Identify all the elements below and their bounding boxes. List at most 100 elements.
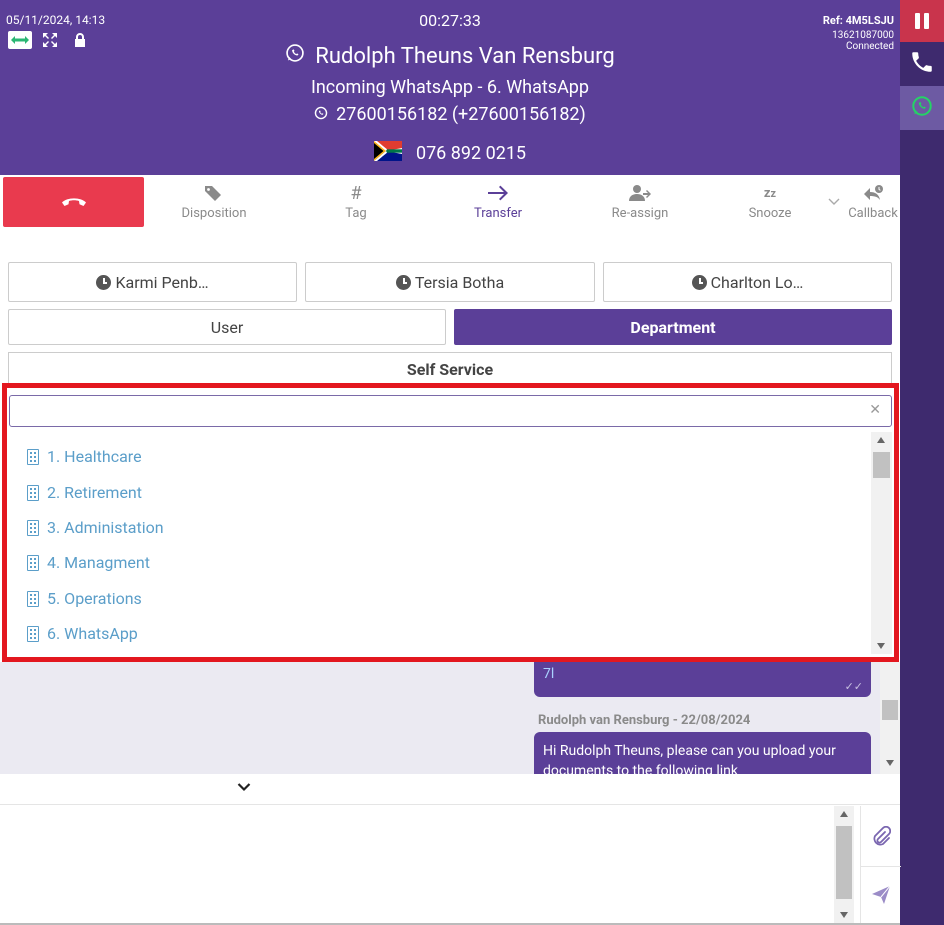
scroll-down-arrow-icon[interactable] [840, 912, 848, 918]
department-option[interactable]: 4. Managment [27, 553, 150, 572]
department-search-input[interactable]: ✕ [9, 395, 892, 427]
building-icon [27, 448, 39, 465]
composer-collapse-bar [0, 774, 900, 805]
hash-icon: # [350, 182, 362, 204]
callback-label: Callback [848, 206, 898, 221]
whatsapp-number-row: 27600156182 (+27600156182) [0, 104, 900, 125]
hang-up-button[interactable] [3, 177, 144, 227]
callback-button[interactable]: Callback [823, 180, 923, 221]
recent-agent-1-button[interactable]: Karmi Penb… [8, 262, 297, 302]
clock-icon [96, 274, 112, 290]
whatsapp-number: 27600156182 (+27600156182) [336, 104, 586, 125]
call-header: 05/11/2024, 14:13 00:27:33 Ref: 4M5LSJU … [0, 0, 900, 175]
recent-agent-2-button[interactable]: Tersia Botha [305, 262, 595, 302]
recent-agent-name: Karmi Penb… [115, 272, 209, 292]
read-receipt-icon: ✓✓ [844, 680, 863, 693]
phone-call-button[interactable] [900, 42, 944, 86]
chat-scrollbar[interactable] [880, 662, 900, 774]
department-list: 1. Healthcare 2. Retirement 3. Administa… [9, 432, 871, 654]
scroll-up-arrow-icon[interactable] [840, 811, 848, 817]
reassign-label: Re-assign [611, 206, 669, 221]
department-label: 5. Operations [47, 589, 142, 608]
user-share-icon [590, 180, 690, 206]
department-option[interactable]: 2. Retirement [27, 483, 142, 502]
tag-button[interactable]: # Tag [306, 180, 406, 222]
pause-icon-bar-right [924, 13, 929, 29]
department-label: 1. Healthcare [47, 447, 142, 466]
account-id: 13621087000 [832, 30, 894, 41]
send-icon[interactable] [871, 885, 891, 909]
south-africa-flag-icon [373, 141, 402, 166]
clock-icon [691, 274, 707, 290]
snooze-icon: zz [763, 185, 777, 201]
transfer-label: Transfer [473, 206, 523, 221]
whatsapp-green-icon [911, 95, 933, 121]
department-scroll-thumb[interactable] [873, 452, 890, 478]
recent-agent-3-button[interactable]: Charlton Lo… [603, 262, 892, 302]
building-icon [27, 554, 39, 571]
department-label: 6. WhatsApp [47, 624, 138, 643]
chat-history: 7l ✓✓ Rudolph van Rensburg - 22/08/2024 … [0, 662, 900, 774]
incoming-channel-label: Incoming WhatsApp - 6. WhatsApp [310, 77, 590, 98]
pause-button[interactable] [900, 0, 944, 42]
right-sidebar [900, 0, 944, 925]
local-number: 076 892 0215 [415, 143, 527, 164]
pause-icon-bar-left [915, 13, 920, 29]
department-search-field[interactable] [10, 396, 850, 426]
clock-icon [395, 274, 411, 290]
disposition-label: Disposition [181, 206, 247, 221]
message-sender: Rudolph van Rensburg - 22/08/2024 [538, 713, 751, 728]
composer-scroll-thumb[interactable] [836, 826, 852, 899]
tags-icon [164, 180, 264, 206]
call-timer: 00:27:33 [419, 11, 481, 30]
department-option[interactable]: 3. Administation [27, 518, 164, 537]
building-icon [27, 625, 39, 642]
arrow-right-icon [448, 180, 548, 206]
building-icon [27, 484, 39, 501]
transfer-button[interactable]: Transfer [448, 180, 548, 221]
paperclip-icon[interactable] [871, 825, 892, 852]
snooze-button[interactable]: zz Snooze [720, 180, 820, 222]
scroll-down-arrow-icon[interactable] [886, 760, 894, 766]
message-composer[interactable] [0, 806, 860, 925]
recent-agent-name: Charlton Lo… [710, 272, 804, 292]
call-reference: Ref: 4M5LSJU [822, 14, 894, 27]
department-label: 4. Managment [47, 553, 150, 572]
callback-icon [823, 180, 923, 206]
department-list-scrollbar[interactable] [871, 432, 892, 654]
building-icon [27, 519, 39, 536]
disposition-button[interactable]: Disposition [164, 180, 264, 221]
whatsapp-icon [285, 43, 305, 69]
chat-scroll-thumb[interactable] [882, 700, 898, 720]
scroll-down-arrow-icon[interactable] [877, 643, 885, 649]
message-bubble: Hi Rudolph Theuns, please can you upload… [534, 732, 871, 774]
department-option[interactable]: 1. Healthcare [27, 447, 142, 466]
phone-icon [909, 49, 935, 79]
hang-up-icon [61, 193, 87, 212]
composer-scrollbar[interactable] [834, 806, 854, 923]
snooze-label: Snooze [748, 206, 792, 221]
tools-divider [861, 866, 901, 867]
contact-name-row: Rudolph Theuns Van Rensburg [0, 43, 900, 69]
tab-user[interactable]: User [8, 309, 446, 345]
message-link[interactable]: 7l [543, 666, 554, 682]
clear-icon[interactable]: ✕ [869, 402, 881, 418]
tab-self-service[interactable]: Self Service [8, 352, 892, 386]
scroll-up-arrow-icon[interactable] [877, 437, 885, 443]
call-action-bar: Disposition # Tag Transfer Re-assign zz … [0, 175, 900, 235]
building-icon [27, 590, 39, 607]
department-label: 2. Retirement [47, 483, 142, 502]
whatsapp-small-icon [314, 104, 328, 125]
contact-name: Rudolph Theuns Van Rensburg [315, 43, 615, 69]
composer-tools [860, 806, 901, 925]
recent-agent-name: Tersia Botha [414, 272, 505, 292]
department-label: 3. Administation [47, 518, 164, 537]
chevron-down-icon[interactable] [237, 780, 251, 796]
tab-department[interactable]: Department [454, 309, 892, 345]
local-number-row: 076 892 0215 [0, 141, 900, 166]
department-option[interactable]: 6. WhatsApp [27, 624, 138, 643]
reassign-button[interactable]: Re-assign [590, 180, 690, 221]
message-bubble: 7l ✓✓ [534, 662, 871, 697]
whatsapp-channel-button[interactable] [900, 86, 944, 130]
department-option[interactable]: 5. Operations [27, 589, 142, 608]
